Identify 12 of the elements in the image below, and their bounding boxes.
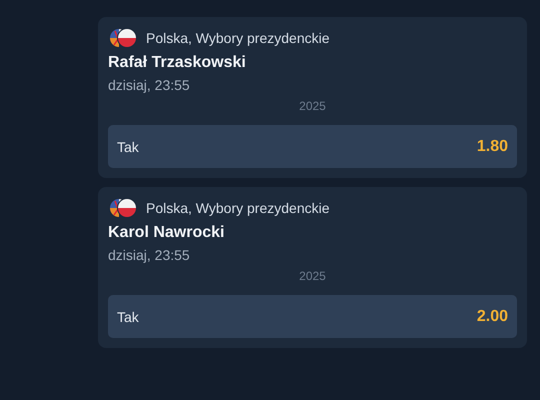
odds-button[interactable]: Tak 2.00 — [108, 295, 517, 338]
selection-name: Karol Nawrocki — [108, 224, 226, 242]
category-label: Polska, Wybory prezydenckie — [146, 30, 330, 46]
event-year: 2025 — [298, 269, 327, 283]
category-label: Polska, Wybory prezydenckie — [146, 200, 330, 216]
flag-icons — [108, 197, 138, 219]
event-year: 2025 — [298, 99, 327, 113]
odds-button[interactable]: Tak 1.80 — [108, 125, 517, 168]
event-time: dzisiaj, 23:55 — [108, 77, 191, 93]
flag-icons — [108, 27, 138, 49]
selection-name: Rafał Trzaskowski — [108, 54, 247, 72]
event-time: dzisiaj, 23:55 — [108, 247, 191, 263]
